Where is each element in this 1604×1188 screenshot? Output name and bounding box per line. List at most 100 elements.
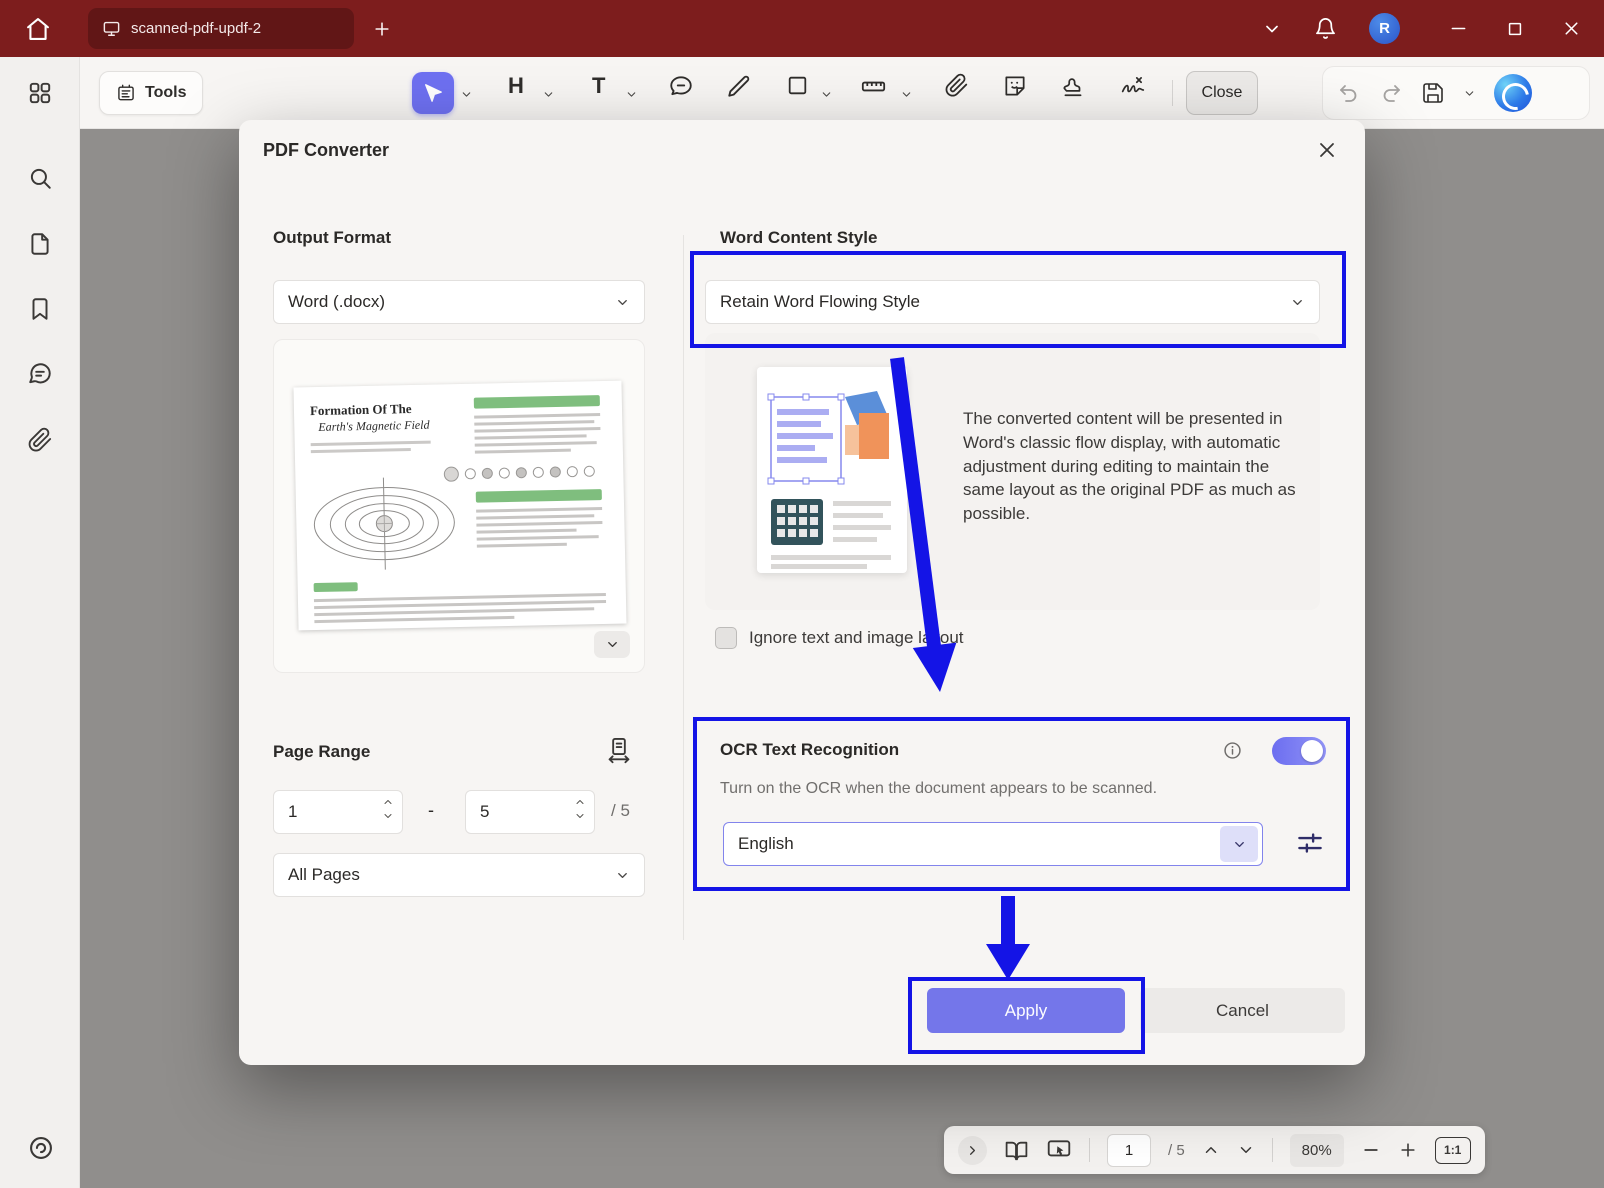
tools-label: Tools	[145, 84, 186, 102]
comment-tool-icon[interactable]	[668, 73, 694, 99]
reading-mode-icon[interactable]	[1004, 1138, 1029, 1163]
range-to-input[interactable]	[466, 791, 552, 833]
page-total-label: / 5	[1168, 1142, 1185, 1159]
shape-tool-icon[interactable]	[785, 73, 810, 98]
statusbar: / 5 80% 1:1	[944, 1126, 1485, 1174]
save-chevron-icon[interactable]	[1463, 87, 1476, 100]
zoom-level-button[interactable]: 80%	[1290, 1134, 1344, 1167]
output-format-dropdown[interactable]: Word (.docx)	[273, 280, 645, 324]
chevron-down-icon	[615, 295, 630, 310]
text-tool-chevron-icon[interactable]	[625, 88, 638, 101]
new-tab-button[interactable]	[372, 19, 392, 39]
stamp-tool-icon[interactable]	[1060, 73, 1086, 99]
page-number-input[interactable]	[1108, 1135, 1150, 1166]
actual-size-label: 1:1	[1444, 1143, 1461, 1157]
sticker-tool-icon[interactable]	[1002, 73, 1028, 99]
measure-tool-icon[interactable]	[860, 73, 887, 100]
home-icon[interactable]	[24, 15, 52, 43]
chevron-down-icon	[1290, 295, 1305, 310]
thumbnail-artwork	[293, 381, 626, 631]
ignore-layout-label: Ignore text and image layout	[749, 628, 964, 648]
tab-list-chevron-icon[interactable]	[1262, 19, 1282, 39]
page-number-field[interactable]	[1107, 1134, 1151, 1167]
word-style-dropdown[interactable]: Retain Word Flowing Style	[705, 280, 1320, 324]
close-mode-label: Close	[1202, 84, 1243, 102]
cancel-label: Cancel	[1216, 1001, 1269, 1021]
select-tool-button[interactable]	[412, 72, 454, 114]
maximize-button[interactable]	[1505, 19, 1525, 39]
stepper-up-icon[interactable]	[574, 796, 586, 808]
previous-page-chevron-icon[interactable]	[1202, 1141, 1220, 1159]
dialog-title: PDF Converter	[263, 140, 389, 161]
range-from-input[interactable]	[274, 791, 360, 833]
user-avatar[interactable]: R	[1369, 13, 1400, 44]
measure-tool-chevron-icon[interactable]	[900, 88, 913, 101]
notifications-bell-icon[interactable]	[1314, 17, 1337, 40]
page-range-mode-dropdown[interactable]: All Pages	[273, 853, 645, 897]
close-mode-button[interactable]: Close	[1186, 71, 1258, 115]
chevron-down-icon	[615, 868, 630, 883]
attachments-icon[interactable]	[27, 427, 53, 453]
range-from-field[interactable]	[273, 790, 403, 834]
minimize-button[interactable]	[1448, 18, 1469, 39]
left-sidebar	[0, 57, 80, 1188]
ocr-label: OCR Text Recognition	[720, 740, 899, 760]
actual-size-button[interactable]: 1:1	[1435, 1137, 1471, 1164]
signature-tool-icon[interactable]	[1118, 73, 1148, 99]
document-tab[interactable]: scanned-pdf-updf-2	[88, 8, 354, 49]
ocr-language-dropdown[interactable]: English	[723, 822, 1263, 866]
apply-label: Apply	[1005, 1001, 1048, 1021]
ocr-toggle[interactable]	[1272, 737, 1326, 765]
main-toolbar: Tools H T Close	[80, 57, 1604, 129]
stepper-down-icon[interactable]	[382, 810, 394, 822]
word-style-value: Retain Word Flowing Style	[720, 292, 920, 312]
zoom-out-icon[interactable]	[1361, 1140, 1381, 1160]
close-window-button[interactable]	[1561, 18, 1582, 39]
zoom-level-label: 80%	[1302, 1142, 1332, 1159]
presentation-mode-icon[interactable]	[1046, 1137, 1072, 1163]
next-page-chevron-icon[interactable]	[1237, 1141, 1255, 1159]
text-tool-icon[interactable]: T	[592, 73, 605, 99]
titlebar: scanned-pdf-updf-2 R	[0, 0, 1604, 57]
expand-statusbar-button[interactable]	[958, 1136, 987, 1165]
shape-tool-chevron-icon[interactable]	[820, 88, 833, 101]
statusbar-divider	[1089, 1138, 1090, 1162]
word-content-style-label: Word Content Style	[720, 228, 877, 248]
search-icon[interactable]	[27, 165, 53, 191]
cancel-button[interactable]: Cancel	[1140, 988, 1345, 1033]
pages-icon[interactable]	[27, 231, 53, 257]
bookmarks-icon[interactable]	[27, 296, 53, 322]
undo-icon[interactable]	[1337, 81, 1361, 105]
ocr-settings-sliders-icon[interactable]	[1295, 828, 1325, 858]
stepper-down-icon[interactable]	[574, 810, 586, 822]
info-icon[interactable]	[1222, 740, 1243, 761]
toolbar-right-group	[1322, 66, 1590, 120]
word-style-description: The converted content will be presented …	[963, 407, 1309, 526]
ignore-layout-checkbox[interactable]	[715, 627, 737, 649]
statusbar-divider	[1272, 1138, 1273, 1162]
page-range-icon[interactable]	[605, 736, 633, 764]
thumbnails-grid-icon[interactable]	[27, 80, 53, 106]
header-tool-icon[interactable]: H	[508, 73, 524, 99]
save-icon[interactable]	[1421, 81, 1445, 105]
word-style-preview-panel: The converted content will be presented …	[705, 333, 1320, 610]
header-tool-chevron-icon[interactable]	[542, 88, 555, 101]
dialog-close-icon[interactable]	[1315, 138, 1339, 162]
tab-monitor-icon	[102, 19, 121, 38]
updf-ai-logo[interactable]	[1494, 74, 1532, 112]
comments-icon[interactable]	[27, 361, 53, 387]
attach-tool-icon[interactable]	[944, 73, 969, 98]
preview-expand-button[interactable]	[594, 631, 630, 658]
stepper-up-icon[interactable]	[382, 796, 394, 808]
tools-button[interactable]: Tools	[99, 71, 203, 115]
chevron-down-icon[interactable]	[1220, 826, 1258, 862]
range-total-label: / 5	[611, 801, 630, 821]
select-tool-chevron-icon[interactable]	[460, 88, 473, 101]
zoom-in-icon[interactable]	[1398, 1140, 1418, 1160]
document-preview: Formation Of The Earth's Magnetic Field	[273, 339, 645, 673]
redo-icon[interactable]	[1379, 81, 1403, 105]
range-to-field[interactable]	[465, 790, 595, 834]
app-brand-icon[interactable]	[27, 1134, 55, 1162]
apply-button[interactable]: Apply	[927, 988, 1125, 1033]
pen-tool-icon[interactable]	[726, 73, 752, 99]
